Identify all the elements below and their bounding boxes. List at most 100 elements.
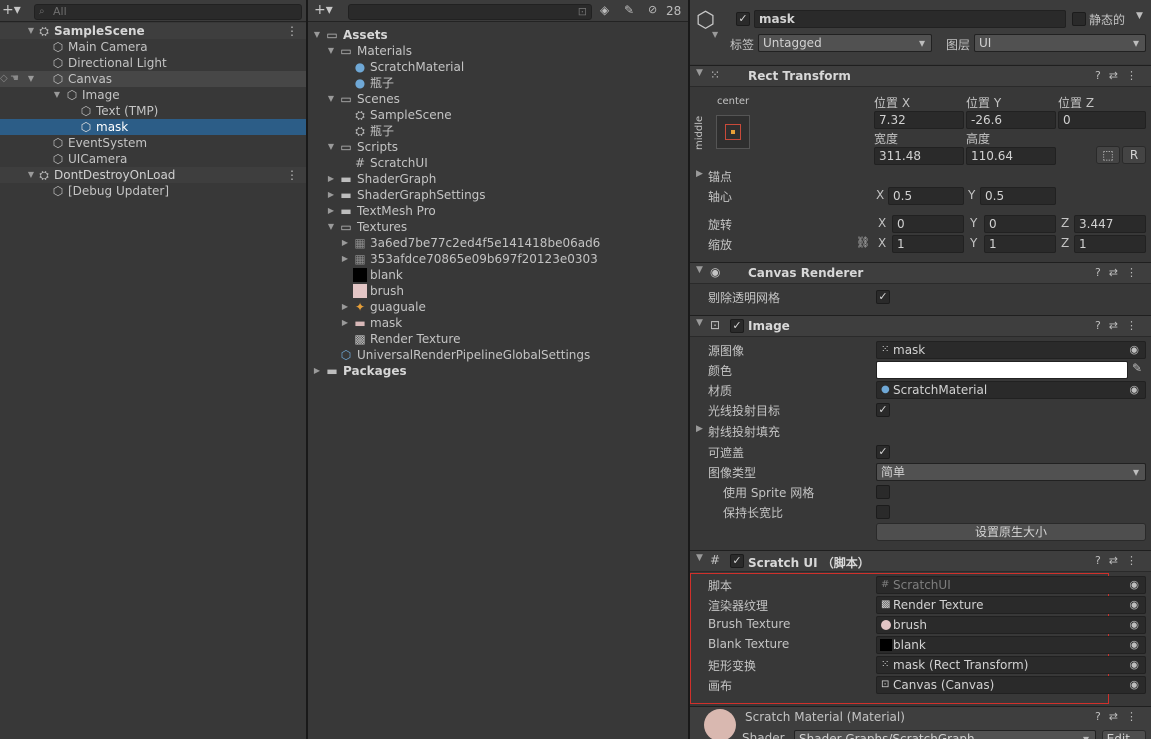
pivot-x-field[interactable]: 0.5 xyxy=(888,187,964,205)
hierarchy-item-uicamera[interactable]: ⬡ UICamera xyxy=(0,151,306,167)
width-field[interactable]: 311.48 xyxy=(874,147,964,165)
add-icon[interactable]: +▾ xyxy=(2,2,21,18)
raw-edit-button[interactable]: R xyxy=(1122,146,1146,164)
component-help-settings-icons[interactable]: ?⇄⋮ xyxy=(1095,266,1145,279)
pos-x-field[interactable]: 7.32 xyxy=(874,111,964,129)
hierarchy-item-debug-updater[interactable]: ⬡ [Debug Updater] xyxy=(0,183,306,199)
scale-y-field[interactable]: 1 xyxy=(984,235,1056,253)
project-item-guaguale[interactable]: ▶ ✦ guaguale xyxy=(308,299,688,315)
material-section[interactable]: Scratch Material (Material) ?⇄⋮ Shader S… xyxy=(690,706,1151,739)
expand-arrow-icon[interactable]: ▼ xyxy=(326,139,336,155)
cull-transparent-mesh-checkbox[interactable]: ✓ xyxy=(876,290,890,304)
scratch-ui-header[interactable]: ▼ # ✓ Scratch UI （脚本） ?⇄⋮ xyxy=(690,550,1151,572)
active-checkbox[interactable]: ✓ xyxy=(736,12,750,26)
image-type-dropdown[interactable]: 简单 xyxy=(876,463,1146,481)
icon-dropdown-arrow-icon[interactable]: ▼ xyxy=(712,30,718,39)
project-item-texture-3a6ed[interactable]: ▶ ▦ 3a6ed7be77c2ed4f5e141418be06ad6 xyxy=(308,235,688,251)
constrain-proportions-link-icon[interactable]: ⛓ xyxy=(856,236,870,249)
project-item-bottle-scene[interactable]: ⛭ 瓶子 xyxy=(308,123,688,139)
maskable-checkbox[interactable]: ✓ xyxy=(876,445,890,459)
eyedropper-icon[interactable]: ✎ xyxy=(1132,361,1142,375)
project-item-scenes[interactable]: ▼ ▭ Scenes xyxy=(308,91,688,107)
project-item-render-texture[interactable]: ▩ Render Texture xyxy=(308,331,688,347)
project-search-input[interactable]: ⊡ xyxy=(348,4,592,20)
project-item-urp-global-settings[interactable]: ⬡ UniversalRenderPipelineGlobalSettings xyxy=(308,347,688,363)
render-texture-field[interactable]: ▩ Render Texture xyxy=(876,596,1146,614)
collapse-arrow-icon[interactable]: ▶ xyxy=(340,235,350,251)
collapse-arrow-icon[interactable]: ▶ xyxy=(326,187,336,203)
rotation-x-field[interactable]: 0 xyxy=(892,215,964,233)
hierarchy-item-samplescene[interactable]: ▼ ⛭ SampleScene ⋮ xyxy=(0,23,306,39)
expand-arrow-icon[interactable]: ▼ xyxy=(326,219,336,235)
collapse-arrow-icon[interactable]: ▶ xyxy=(696,169,703,179)
label-tag-icon[interactable]: ✎ xyxy=(624,3,634,17)
hierarchy-item-canvas[interactable]: ◇ ☚ ▼ ⬡ Canvas xyxy=(0,71,306,87)
project-item-textures[interactable]: ▼ ▭ Textures xyxy=(308,219,688,235)
visibility-eye-icon[interactable]: ◇ xyxy=(0,71,8,87)
project-item-shadergraph[interactable]: ▶ ▬ ShaderGraph xyxy=(308,171,688,187)
component-help-settings-icons[interactable]: ?⇄⋮ xyxy=(1095,554,1145,567)
shader-dropdown[interactable]: Shader Graphs/ScratchGraph xyxy=(794,730,1096,739)
collapse-arrow-icon[interactable]: ▶ xyxy=(696,424,703,434)
project-item-brush[interactable]: brush xyxy=(308,283,688,299)
kebab-menu-icon[interactable]: ⋮ xyxy=(286,23,298,39)
expand-arrow-icon[interactable]: ▼ xyxy=(26,167,36,183)
color-field[interactable] xyxy=(876,361,1128,379)
collapse-arrow-icon[interactable]: ▶ xyxy=(340,299,350,315)
pos-y-field[interactable]: -26.6 xyxy=(966,111,1056,129)
expand-arrow-icon[interactable]: ▼ xyxy=(696,68,703,78)
hierarchy-search-input[interactable]: ⌕ All xyxy=(34,4,302,20)
layer-dropdown[interactable]: UI xyxy=(974,34,1146,52)
collapse-arrow-icon[interactable]: ▶ xyxy=(312,363,322,379)
image-enabled-checkbox[interactable]: ✓ xyxy=(730,319,744,333)
expand-arrow-icon[interactable]: ▼ xyxy=(26,71,36,87)
project-item-textmesh-pro[interactable]: ▶ ▬ TextMesh Pro xyxy=(308,203,688,219)
expand-arrow-icon[interactable]: ▼ xyxy=(312,27,322,43)
hierarchy-item-image[interactable]: ▼ ⬡ Image xyxy=(0,87,306,103)
project-item-samplescene[interactable]: ⛭ SampleScene xyxy=(308,107,688,123)
anchor-presets-button[interactable] xyxy=(716,115,750,149)
scale-x-field[interactable]: 1 xyxy=(892,235,964,253)
project-item-scratchmaterial[interactable]: ● ScratchMaterial xyxy=(308,59,688,75)
material-field[interactable]: ● ScratchMaterial xyxy=(876,381,1146,399)
pos-z-field[interactable]: 0 xyxy=(1058,111,1146,129)
project-item-blank[interactable]: blank xyxy=(308,267,688,283)
rect-transform-field[interactable]: ⁙ mask (Rect Transform) xyxy=(876,656,1146,674)
hierarchy-item-dontdestroyonload[interactable]: ▼ ⛭ DontDestroyOnLoad ⋮ xyxy=(0,167,306,183)
project-item-bottle-material[interactable]: ● 瓶子 xyxy=(308,75,688,91)
expand-arrow-icon[interactable]: ▼ xyxy=(52,87,62,103)
collapse-arrow-icon[interactable]: ▶ xyxy=(326,203,336,219)
project-item-scripts[interactable]: ▼ ▭ Scripts xyxy=(308,139,688,155)
add-icon[interactable]: +▾ xyxy=(314,2,333,18)
project-item-texture-353af[interactable]: ▶ ▦ 353afdce70865e09b697f20123e0303 xyxy=(308,251,688,267)
expand-arrow-icon[interactable]: ▼ xyxy=(326,43,336,59)
hierarchy-item-main-camera[interactable]: ⬡ Main Camera xyxy=(0,39,306,55)
hierarchy-item-eventsystem[interactable]: ⬡ EventSystem xyxy=(0,135,306,151)
pivot-y-field[interactable]: 0.5 xyxy=(980,187,1056,205)
hierarchy-item-directional-light[interactable]: ⬡ Directional Light xyxy=(0,55,306,71)
scratch-ui-enabled-checkbox[interactable]: ✓ xyxy=(730,554,744,568)
set-native-size-button[interactable]: 设置原生大小 xyxy=(876,523,1146,541)
edit-shader-button[interactable]: Edit... xyxy=(1102,730,1146,739)
static-checkbox[interactable] xyxy=(1072,12,1086,26)
static-dropdown-arrow-icon[interactable]: ▼ xyxy=(1136,11,1143,21)
project-item-scratchui[interactable]: # ScratchUI xyxy=(308,155,688,171)
rect-transform-header[interactable]: ▼ ⁙ Rect Transform ?⇄⋮ xyxy=(690,65,1151,87)
project-item-mask[interactable]: ▶ ▬ mask xyxy=(308,315,688,331)
tag-dropdown[interactable]: Untagged xyxy=(758,34,932,52)
collapse-arrow-icon[interactable]: ▶ xyxy=(326,171,336,187)
expand-arrow-icon[interactable]: ▼ xyxy=(696,265,703,275)
expand-arrow-icon[interactable]: ▼ xyxy=(26,23,36,39)
canvas-renderer-header[interactable]: ▼ ◉ Canvas Renderer ?⇄⋮ xyxy=(690,262,1151,284)
blueprint-mode-button[interactable]: ⬚ xyxy=(1096,146,1120,164)
object-name-field[interactable]: mask xyxy=(754,10,1066,28)
expand-arrow-icon[interactable]: ▼ xyxy=(326,91,336,107)
preserve-aspect-checkbox[interactable] xyxy=(876,505,890,519)
brush-texture-field[interactable]: brush xyxy=(876,616,1146,634)
rotation-y-field[interactable]: 0 xyxy=(984,215,1056,233)
collapse-arrow-icon[interactable]: ▶ xyxy=(340,315,350,331)
project-item-shadergraphsettings[interactable]: ▶ ▬ ShaderGraphSettings xyxy=(308,187,688,203)
height-field[interactable]: 110.64 xyxy=(966,147,1056,165)
expand-arrow-icon[interactable]: ▼ xyxy=(696,553,703,563)
hidden-packages-eye-icon[interactable]: ⊘ xyxy=(648,3,657,16)
